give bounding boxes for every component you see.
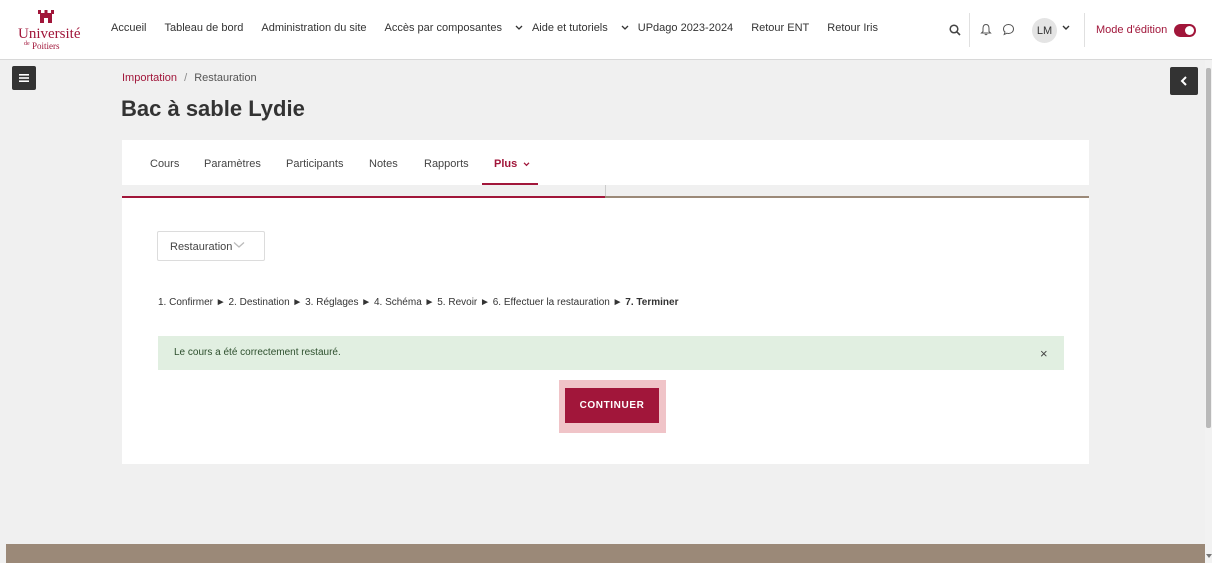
logo-poitiers-text: Poitiers — [32, 41, 60, 51]
select-value: Restauration — [170, 241, 233, 253]
tab-rapports[interactable]: Rapports — [424, 158, 469, 170]
continue-button[interactable]: CONTINUER — [565, 388, 659, 423]
chevron-down-icon — [621, 25, 629, 31]
page-footer — [6, 544, 1205, 563]
university-logo[interactable]: Université de Poitiers — [14, 10, 94, 51]
open-block-drawer-button[interactable] — [1170, 67, 1198, 95]
nav-label: Retour Iris — [827, 22, 879, 34]
tab-plus[interactable]: Plus — [494, 158, 530, 170]
step-6: 6. Effectuer la restauration — [492, 297, 610, 308]
nav-label: UPdago 2023-2024 — [637, 22, 734, 34]
list-icon — [19, 74, 29, 82]
nav-label: Accès par composantes — [384, 22, 502, 34]
nav-item-administration[interactable]: Administration du site — [261, 22, 375, 34]
nav-item-tableau-de-bord[interactable]: Tableau de bord — [164, 22, 252, 34]
step-3: 3. Réglages — [305, 297, 359, 308]
restore-action-select[interactable]: Restauration — [157, 231, 265, 261]
navbar-divider — [969, 13, 970, 47]
nav-label: Accueil — [111, 22, 147, 34]
tab-notes[interactable]: Notes — [369, 158, 398, 170]
nav-item-retour-iris[interactable]: Retour Iris — [827, 22, 887, 34]
breadcrumb: Importation / Restauration — [122, 72, 257, 84]
open-course-index-button[interactable] — [12, 66, 36, 90]
breadcrumb-current: Restauration — [194, 72, 257, 84]
edit-mode-label: Mode d'édition — [1096, 24, 1168, 36]
step-2: 2. Destination — [228, 297, 290, 308]
top-navbar: Université de Poitiers Accueil Tableau d… — [0, 0, 1212, 60]
tab-parametres[interactable]: Paramètres — [204, 158, 261, 170]
nav-label: Administration du site — [261, 22, 367, 34]
scrollbar-thumb[interactable] — [1206, 68, 1211, 428]
edit-mode-toggle[interactable] — [1174, 24, 1196, 37]
step-arrow: ► — [361, 297, 372, 308]
step-1: 1. Confirmer — [158, 297, 214, 308]
step-7-current: 7. Terminer — [625, 297, 679, 308]
breadcrumb-separator: / — [184, 72, 188, 84]
restore-steps: 1. Confirmer ► 2. Destination ► 3. Régla… — [158, 297, 678, 308]
step-arrow: ► — [612, 297, 623, 308]
nav-item-accueil[interactable]: Accueil — [111, 22, 155, 34]
chevron-down-icon — [523, 161, 530, 166]
step-arrow: ► — [480, 297, 490, 308]
chevron-down-icon[interactable] — [1062, 25, 1070, 31]
step-arrow: ► — [292, 297, 303, 308]
secondary-navigation: Cours Paramètres Participants Notes Rapp… — [122, 140, 1089, 185]
close-icon[interactable]: × — [1040, 346, 1048, 361]
nav-label: Aide et tutoriels — [531, 22, 608, 34]
avatar-initials: LM — [1036, 24, 1053, 37]
breadcrumb-link-importation[interactable]: Importation — [122, 72, 177, 84]
active-tab-indicator — [482, 183, 538, 185]
nav-item-acces-composantes[interactable]: Accès par composantes — [385, 22, 523, 34]
nav-item-aide-tutoriels[interactable]: Aide et tutoriels — [532, 22, 629, 34]
chevron-left-icon — [1180, 76, 1187, 86]
nav-label: Retour ENT — [751, 22, 810, 34]
nav-item-updago[interactable]: UPdago 2023-2024 — [638, 22, 742, 34]
chat-icon[interactable] — [1002, 23, 1015, 36]
tab-cours[interactable]: Cours — [150, 158, 179, 170]
user-avatar[interactable]: LM — [1032, 18, 1057, 43]
crest-icon — [38, 10, 54, 23]
scroll-down-arrow-icon[interactable] — [1206, 554, 1212, 558]
alert-message: Le cours a été correctement restauré. — [174, 347, 341, 358]
nav-item-retour-ent[interactable]: Retour ENT — [751, 22, 818, 34]
logo-de-text: de — [24, 41, 30, 47]
step-4: 4. Schéma — [373, 297, 422, 308]
tab-plus-label: Plus — [494, 158, 518, 170]
primary-navigation: Accueil Tableau de bord Administration d… — [111, 22, 896, 34]
step-arrow: ► — [424, 297, 435, 308]
step-5: 5. Revoir — [437, 297, 478, 308]
navbar-divider — [1084, 13, 1085, 47]
tab-participants[interactable]: Participants — [286, 158, 343, 170]
bell-icon[interactable] — [980, 23, 992, 36]
success-alert: Le cours a été correctement restauré. × — [158, 336, 1064, 370]
chevron-down-icon — [515, 25, 523, 31]
chevron-down-icon — [233, 242, 245, 248]
search-icon[interactable] — [949, 24, 961, 36]
step-arrow: ► — [215, 297, 226, 308]
page-title: Bac à sable Lydie — [121, 96, 305, 121]
nav-label: Tableau de bord — [164, 22, 244, 34]
